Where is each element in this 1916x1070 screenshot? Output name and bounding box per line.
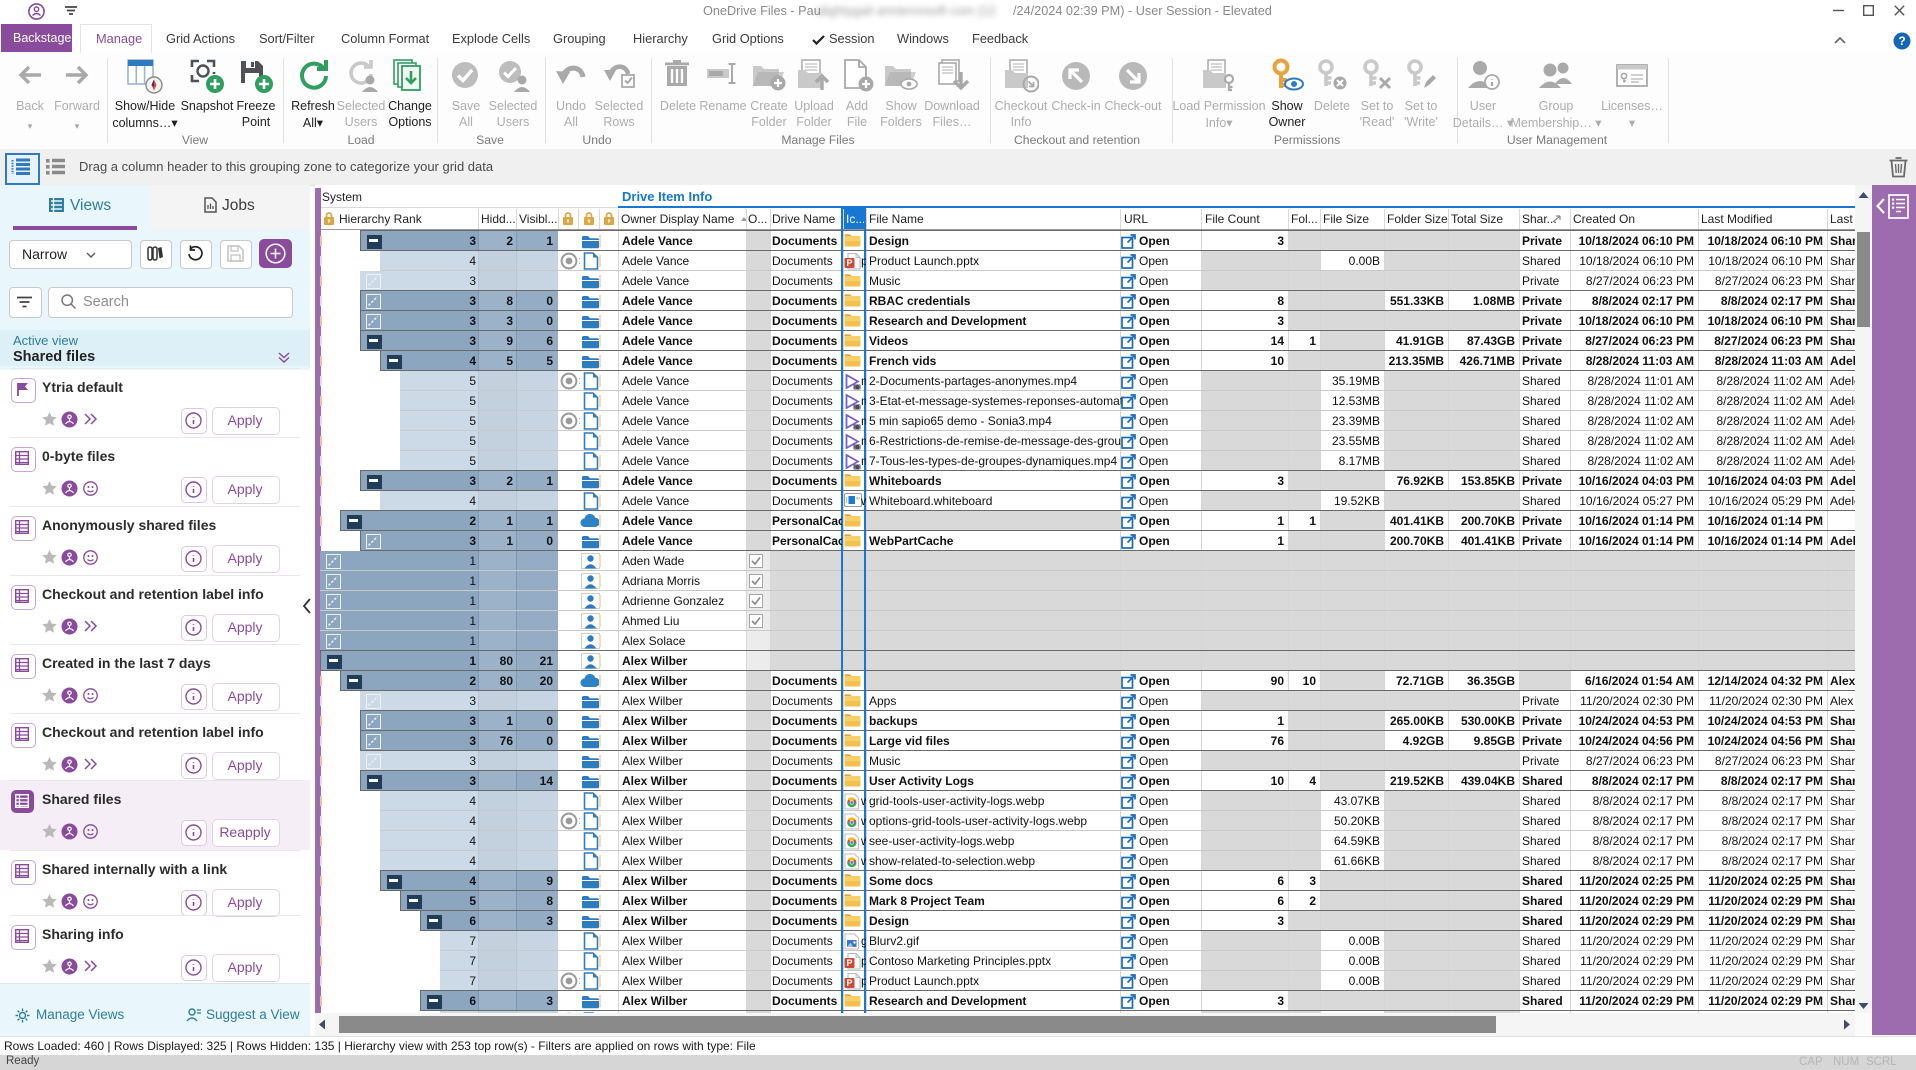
svg-text:?: ? bbox=[1898, 34, 1905, 48]
svg-text:P: P bbox=[846, 258, 852, 268]
svg-text:P: P bbox=[846, 958, 852, 968]
svg-text:P: P bbox=[846, 978, 852, 988]
